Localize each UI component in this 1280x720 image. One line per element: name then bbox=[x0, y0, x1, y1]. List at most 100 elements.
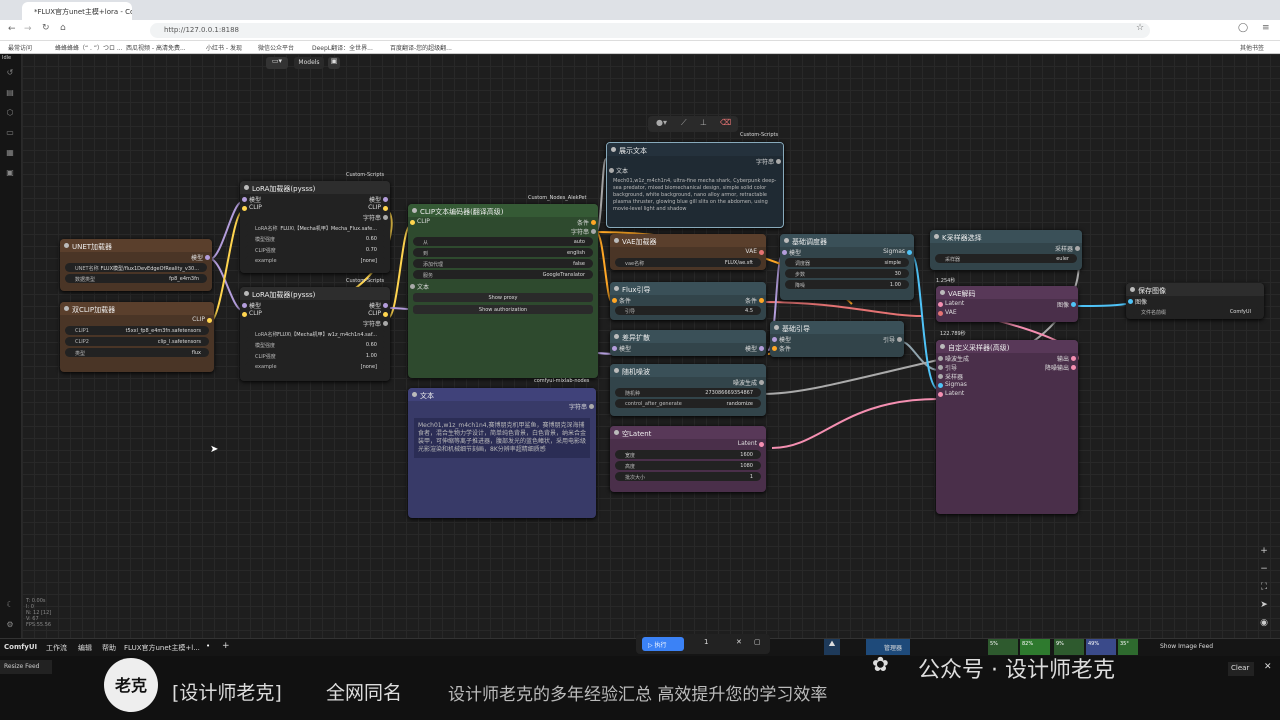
node-lora-loader-2[interactable]: LoRA加载器(pysss) 模型 模型 CLIP CLIP 字符串 LoRA名称 F… bbox=[240, 287, 390, 381]
widget[interactable]: CLIP2 clip_l.safetensors bbox=[65, 337, 209, 346]
input-port[interactable] bbox=[938, 356, 943, 361]
widget[interactable]: 采样器 euler bbox=[935, 254, 1077, 263]
select-mode-icon[interactable]: ➤ bbox=[1256, 596, 1272, 614]
widget[interactable]: control_after_generate randomize bbox=[615, 399, 761, 408]
fit-view-icon[interactable]: ⛶ bbox=[1256, 578, 1272, 596]
node-text[interactable]: 文本 字符串 Mech01,w1z_m4ch1n4,赛博朋克机甲鲨鱼，赛博朋克深… bbox=[408, 388, 596, 518]
input-port[interactable] bbox=[1128, 299, 1133, 304]
menu-edit[interactable]: 编辑 bbox=[78, 643, 92, 653]
output-port[interactable] bbox=[1071, 302, 1076, 307]
workflow-tab[interactable]: FLUX官方unet主模+l... bbox=[124, 643, 200, 653]
clear-queue-icon[interactable]: ▢ bbox=[754, 638, 761, 646]
output-port[interactable] bbox=[205, 255, 210, 260]
show-authorization-button[interactable]: Show authorization bbox=[413, 305, 593, 314]
folder-icon[interactable]: ▭▾ bbox=[266, 57, 288, 69]
color-icon[interactable]: ●▾ bbox=[656, 118, 667, 127]
pin-icon[interactable]: ⊥ bbox=[700, 118, 707, 127]
output-port[interactable] bbox=[1075, 246, 1080, 251]
input-port[interactable] bbox=[410, 284, 415, 289]
input-port[interactable] bbox=[782, 250, 787, 255]
input-port[interactable] bbox=[242, 312, 247, 317]
menu-help[interactable]: 帮助 bbox=[102, 643, 116, 653]
widget[interactable]: LoRA名称 FLUX\【Mecha机甲】w1z_m4ch1n4.saf... bbox=[245, 329, 385, 338]
widget[interactable]: example [none] bbox=[245, 362, 385, 371]
cancel-icon[interactable]: ✕ bbox=[736, 638, 742, 646]
input-port[interactable] bbox=[242, 303, 247, 308]
node-library-icon[interactable]: ⬡ bbox=[5, 108, 15, 117]
widget[interactable]: CLIP强度 1.00 bbox=[245, 351, 385, 360]
input-port[interactable] bbox=[242, 206, 247, 211]
input-port[interactable] bbox=[938, 383, 943, 388]
output-port[interactable] bbox=[759, 346, 764, 351]
zoom-in-icon[interactable]: + bbox=[1256, 542, 1272, 560]
input-port[interactable] bbox=[772, 337, 777, 342]
widget[interactable]: 引导 4.5 bbox=[615, 306, 761, 315]
account-icon[interactable]: ◯ bbox=[1238, 23, 1248, 33]
output-port[interactable] bbox=[589, 404, 594, 409]
widget[interactable]: example [none] bbox=[245, 256, 385, 265]
output-port[interactable] bbox=[1071, 356, 1076, 361]
manager-logo-icon[interactable]: ⛰ bbox=[824, 639, 840, 655]
widget[interactable]: 宽度 1600 bbox=[615, 450, 761, 459]
widget[interactable]: vae名称 FLUX/ae.sft bbox=[615, 258, 761, 267]
theme-icon[interactable]: ☾ bbox=[5, 600, 15, 609]
widget[interactable]: 服务 GoogleTranslator bbox=[413, 270, 593, 279]
widget[interactable]: 模型强度 0.60 bbox=[245, 234, 385, 243]
node-ksampler-select[interactable]: K采样器选择 采样器 采样器 euler bbox=[930, 230, 1082, 270]
input-port[interactable] bbox=[938, 374, 943, 379]
node-basic-guider[interactable]: 基础引导 模型 引导 条件 bbox=[770, 321, 904, 357]
output-port[interactable] bbox=[759, 298, 764, 303]
output-port[interactable] bbox=[383, 197, 388, 202]
widget[interactable]: CLIP强度 0.70 bbox=[245, 245, 385, 254]
node-flux-guidance[interactable]: Flux引导 条件 条件 引导 4.5 bbox=[610, 282, 766, 320]
bookmark[interactable]: 微信公众平台 bbox=[258, 43, 294, 52]
close-feed-icon[interactable]: ✕ bbox=[1264, 662, 1272, 672]
link-visibility-icon[interactable]: ◉ bbox=[1256, 614, 1272, 632]
bookmark[interactable]: DeepL翻译：全世界... bbox=[312, 43, 373, 52]
node-canvas[interactable]: ▭▾ Models ▣ ●▾ ⟋ ⊥ ⌫ UNET加载器 模型 UNET名称 F… bbox=[22, 54, 1280, 638]
models-button[interactable]: Models bbox=[294, 57, 324, 69]
output-port[interactable] bbox=[759, 380, 764, 385]
workflows-icon[interactable]: ▦ bbox=[5, 148, 15, 157]
show-proxy-button[interactable]: Show proxy bbox=[413, 293, 593, 302]
input-port[interactable] bbox=[772, 346, 777, 351]
output-port[interactable] bbox=[907, 250, 912, 255]
history-icon[interactable]: ↺ bbox=[5, 68, 15, 77]
queue-button[interactable]: ▷ 执行 bbox=[642, 637, 684, 651]
input-port[interactable] bbox=[410, 220, 415, 225]
url-field[interactable]: http://127.0.0.1:8188 bbox=[150, 23, 1150, 38]
bookmark-other[interactable]: 其他书签 bbox=[1240, 43, 1264, 52]
back-icon[interactable]: ← bbox=[8, 24, 16, 34]
input-port[interactable] bbox=[938, 365, 943, 370]
model-library-icon[interactable]: ▭ bbox=[5, 128, 15, 137]
output-port[interactable] bbox=[383, 321, 388, 326]
widget[interactable]: UNET名称 FLUX模型/flux1DevEdgeOfReality_v30.… bbox=[65, 263, 207, 272]
output-port[interactable] bbox=[383, 206, 388, 211]
input-port[interactable] bbox=[938, 302, 943, 307]
output-port[interactable] bbox=[759, 250, 764, 255]
widget[interactable]: 模型强度 0.60 bbox=[245, 340, 385, 349]
widget[interactable]: 降噪 1.00 bbox=[785, 280, 909, 289]
node-vae-decode[interactable]: VAE解码 Latent 图像 VAE bbox=[936, 286, 1078, 322]
widget[interactable]: 文件名前缀 ComfyUI bbox=[1131, 307, 1259, 316]
bookmark[interactable]: 蜂蜂蜂蜂（“ . ”）つロ ... bbox=[55, 43, 123, 52]
node-unet-loader[interactable]: UNET加载器 模型 UNET名称 FLUX模型/flux1DevEdgeOfR… bbox=[60, 239, 212, 291]
text-area[interactable]: Mech01,w1z_m4ch1n4, ultra-fine mecha sha… bbox=[613, 178, 777, 213]
node-custom-sampler-advanced[interactable]: 自定义采样器(高级) 噪波生成 输出 引导 降噪输出 采样器 Sigmas Late… bbox=[936, 340, 1078, 514]
templates-icon[interactable]: ▣ bbox=[5, 168, 15, 177]
widget[interactable]: 步数 30 bbox=[785, 269, 909, 278]
node-dual-clip-loader[interactable]: 双CLIP加载器 CLIP CLIP1 t5xxl_fp8_e4m3fn.safe… bbox=[60, 302, 214, 372]
zoom-out-icon[interactable]: − bbox=[1256, 560, 1272, 578]
show-image-feed[interactable]: Show Image Feed bbox=[1160, 643, 1213, 650]
output-port[interactable] bbox=[383, 312, 388, 317]
bookmark[interactable]: 小红书 - 发现 bbox=[206, 43, 242, 52]
node-differential-diffusion[interactable]: 差异扩散 模型 模型 bbox=[610, 330, 766, 356]
bypass-icon[interactable]: ⟋ bbox=[681, 118, 687, 128]
resize-feed-button[interactable]: Resize Feed bbox=[0, 660, 52, 674]
input-port[interactable] bbox=[938, 311, 943, 316]
output-port[interactable] bbox=[591, 220, 596, 225]
text-area[interactable]: Mech01,w1z_m4ch1n4,赛博朋克机甲鲨鱼，赛博朋克深海捕食者，混合… bbox=[414, 418, 590, 458]
bookmark[interactable]: 最常访问 bbox=[8, 43, 32, 52]
node-vae-loader[interactable]: VAE加载器 VAE vae名称 FLUX/ae.sft bbox=[610, 234, 766, 270]
widget[interactable]: 类型 flux bbox=[65, 348, 209, 357]
